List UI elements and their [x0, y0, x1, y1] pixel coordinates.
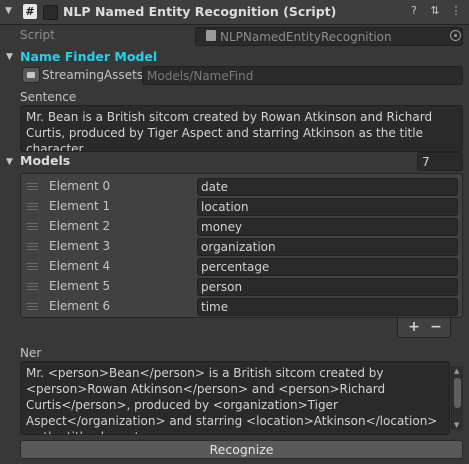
drag-handle-icon[interactable]: [27, 203, 38, 210]
component-title: NLP Named Entity Recognition (Script): [63, 4, 337, 19]
list-item: Element 0 date: [21, 177, 462, 197]
models-count-field[interactable]: 7: [417, 152, 463, 171]
streaming-assets-prefix: StreamingAssets/: [42, 68, 148, 82]
scroll-thumb[interactable]: [454, 378, 461, 408]
list-add-remove-footer: + −: [397, 318, 451, 338]
help-icon[interactable]: ?: [407, 4, 421, 18]
drag-handle-icon[interactable]: [27, 263, 38, 270]
sentence-textarea[interactable]: Mr. Bean is a British sitcom created by …: [20, 105, 463, 152]
ner-label: Ner: [20, 346, 42, 360]
csharp-script-icon: #: [23, 4, 37, 19]
ner-scrollbar[interactable]: ▲ ▼: [451, 366, 463, 430]
models-foldout-arrow-icon[interactable]: ▼: [6, 157, 13, 167]
element-input[interactable]: percentage: [197, 258, 458, 276]
component-header: ▼ # NLP Named Entity Recognition (Script…: [0, 0, 469, 25]
sentence-label: Sentence: [20, 90, 77, 104]
list-item: Element 4 percentage: [21, 257, 462, 277]
scroll-up-icon[interactable]: ▲: [454, 367, 459, 375]
element-label: Element 4: [49, 259, 111, 273]
ner-output-textarea[interactable]: Mr. <person>Bean</person> is a British s…: [20, 361, 450, 435]
script-label: Script: [20, 28, 55, 42]
add-element-button[interactable]: +: [404, 318, 424, 336]
component-enabled-checkbox[interactable]: [43, 5, 58, 20]
element-input[interactable]: time: [197, 298, 458, 316]
drag-handle-icon[interactable]: [27, 283, 38, 290]
recognize-button[interactable]: Recognize: [20, 440, 463, 459]
drag-handle-icon[interactable]: [27, 243, 38, 250]
scroll-down-icon[interactable]: ▼: [454, 421, 459, 429]
list-item: Element 6 time: [21, 297, 462, 317]
preset-icon[interactable]: ⇅: [428, 4, 442, 18]
more-icon[interactable]: ⋮: [449, 4, 463, 18]
name-finder-model-title[interactable]: Name Finder Model: [20, 49, 157, 64]
folder-button[interactable]: [22, 67, 40, 83]
script-asset-icon: [206, 30, 216, 41]
element-input[interactable]: date: [197, 178, 458, 196]
element-label: Element 1: [49, 199, 111, 213]
list-item: Element 3 organization: [21, 237, 462, 257]
models-count-value: 7: [422, 155, 430, 169]
element-input[interactable]: money: [197, 218, 458, 236]
drag-handle-icon[interactable]: [27, 183, 38, 190]
name-finder-foldout-arrow-icon[interactable]: ▼: [6, 52, 13, 62]
element-label: Element 2: [49, 219, 111, 233]
models-title[interactable]: Models: [20, 153, 70, 168]
element-input[interactable]: person: [197, 278, 458, 296]
list-item: Element 5 person: [21, 277, 462, 297]
object-picker-icon[interactable]: [450, 30, 461, 41]
remove-element-button[interactable]: −: [426, 318, 446, 336]
component-foldout-arrow-icon[interactable]: ▼: [5, 6, 12, 16]
element-label: Element 6: [49, 299, 111, 313]
list-item: Element 2 money: [21, 217, 462, 237]
element-input[interactable]: location: [197, 198, 458, 216]
list-item: Element 1 location: [21, 197, 462, 217]
models-list: Element 0 date Element 1 location Elemen…: [20, 173, 463, 318]
element-label: Element 0: [49, 179, 111, 193]
model-path-placeholder: Models/NameFind: [147, 69, 254, 83]
model-path-input[interactable]: Models/NameFind: [142, 66, 463, 85]
folder-icon: [27, 72, 35, 78]
element-label: Element 5: [49, 279, 111, 293]
script-field[interactable]: NLPNamedEntityRecognition: [195, 27, 463, 46]
drag-handle-icon[interactable]: [27, 223, 38, 230]
script-value: NLPNamedEntityRecognition: [220, 30, 392, 44]
element-input[interactable]: organization: [197, 238, 458, 256]
element-label: Element 3: [49, 239, 111, 253]
drag-handle-icon[interactable]: [27, 303, 38, 310]
